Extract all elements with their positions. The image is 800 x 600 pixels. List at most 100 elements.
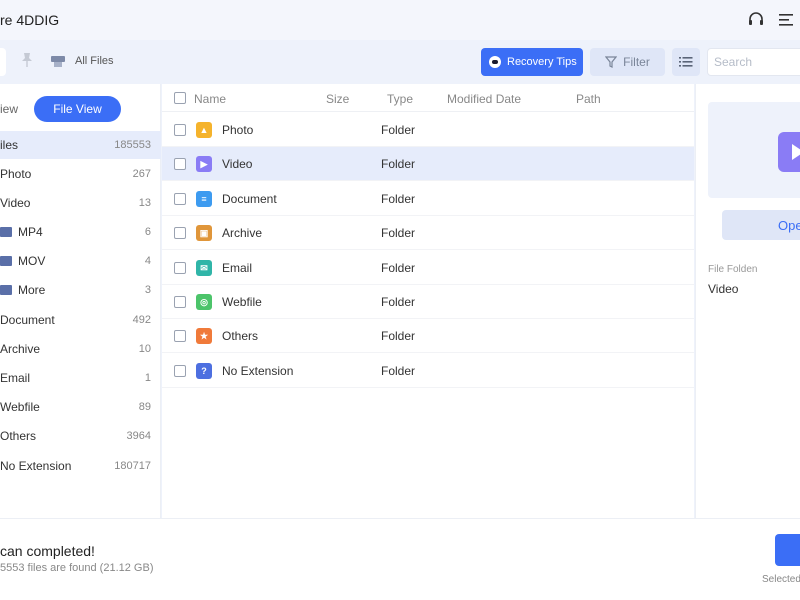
pin-icon[interactable] (20, 52, 36, 70)
table-row[interactable]: ▣ Archive Folder (162, 216, 694, 250)
sidebar-item-count: 6 (144, 226, 151, 238)
row-name: Archive (222, 226, 263, 240)
folder-icon (0, 227, 12, 237)
file-folder-value: Video (708, 282, 739, 296)
scan-status: can completed! (0, 543, 95, 559)
table-row[interactable]: ≡ Document Folder (162, 182, 694, 216)
file-folder-label: File Folden (708, 264, 758, 275)
sidebar-item-document[interactable]: Document 492 (0, 306, 161, 334)
table-row[interactable]: ▶ Video Folder (162, 147, 694, 181)
photo-icon: ▲ (196, 122, 212, 138)
sidebar-item-more[interactable]: More 3 (0, 276, 161, 304)
back-button[interactable] (0, 48, 6, 76)
sidebar: iew File View iles 185553 Photo 267 Vide… (0, 84, 161, 518)
select-all-checkbox[interactable] (174, 92, 186, 104)
sidebar-item-all-files[interactable]: iles 185553 (0, 131, 161, 159)
row-name: Photo (222, 123, 254, 137)
row-name: Others (222, 329, 259, 343)
sidebar-item-mov[interactable]: MOV 4 (0, 247, 161, 275)
row-name: Email (222, 261, 253, 275)
row-checkbox[interactable] (174, 262, 186, 274)
recover-button[interactable] (775, 534, 800, 566)
table-row[interactable]: ★ Others Folder (162, 319, 694, 353)
view-toggle: iew File View (0, 96, 161, 122)
row-checkbox[interactable] (174, 296, 186, 308)
others-icon: ★ (196, 328, 212, 344)
app-title: re 4DDIG (0, 12, 60, 28)
row-type: Folder (381, 157, 416, 171)
sidebar-item-photo[interactable]: Photo 267 (0, 160, 161, 188)
column-header-name[interactable]: Name (194, 92, 226, 106)
sidebar-item-count: 10 (138, 343, 151, 355)
sidebar-item-label: Archive (0, 342, 41, 356)
row-name: Webfile (222, 295, 262, 309)
sidebar-item-count: 3 (144, 284, 151, 296)
column-header-type[interactable]: Type (387, 92, 413, 106)
sidebar-item-label: Email (0, 371, 31, 385)
sidebar-item-count: 4 (144, 255, 151, 267)
document-icon: ≡ (196, 191, 212, 207)
tips-icon (489, 56, 501, 68)
no-extension-icon: ? (196, 363, 212, 379)
column-header-size[interactable]: Size (326, 92, 349, 106)
sidebar-item-count: 267 (132, 168, 151, 180)
sidebar-item-label: iles (0, 138, 19, 152)
sidebar-item-label: Document (0, 313, 55, 327)
list-view-button[interactable] (672, 48, 700, 76)
sidebar-item-no-extension[interactable]: No Extension 180717 (0, 452, 161, 480)
row-name: No Extension (222, 364, 294, 378)
menu-icon[interactable] (776, 10, 796, 30)
tree-view-tab[interactable]: iew (0, 102, 18, 116)
video-icon: ▶ (196, 156, 212, 172)
sidebar-item-label: No Extension (0, 459, 72, 473)
filter-button[interactable]: Filter (590, 48, 665, 76)
row-name: Video (222, 157, 253, 171)
recovery-tips-button[interactable]: Recovery Tips (481, 48, 583, 76)
row-type: Folder (381, 295, 416, 309)
sidebar-item-mp4[interactable]: MP4 6 (0, 218, 161, 246)
row-checkbox[interactable] (174, 330, 186, 342)
preview-thumbnail (708, 102, 800, 198)
preview-panel: Ope File Folden Video (695, 84, 800, 518)
row-type: Folder (381, 226, 416, 240)
column-header-path[interactable]: Path (576, 92, 601, 106)
folder-icon (0, 285, 12, 295)
headset-icon[interactable] (746, 10, 766, 30)
row-checkbox[interactable] (174, 365, 186, 377)
list-header: Name Size Type Modified Date Path (162, 84, 694, 112)
file-list: Name Size Type Modified Date Path ▲ Phot… (162, 84, 694, 518)
sidebar-item-count: 180717 (114, 460, 151, 472)
archive-icon: ▣ (196, 225, 212, 241)
sidebar-item-video[interactable]: Video 13 (0, 189, 161, 217)
sidebar-item-count: 1 (144, 372, 151, 384)
sidebar-item-count: 492 (132, 314, 151, 326)
selected-count: Selected (762, 574, 800, 585)
sidebar-item-others[interactable]: Others 3964 (0, 422, 161, 450)
table-row[interactable]: ✉ Email Folder (162, 251, 694, 285)
row-type: Folder (381, 329, 416, 343)
scan-detail: 5553 files are found (21.12 GB) (0, 562, 154, 574)
list-view-icon (679, 57, 693, 67)
row-checkbox[interactable] (174, 124, 186, 136)
row-checkbox[interactable] (174, 193, 186, 205)
drive-icon (50, 53, 66, 69)
sidebar-item-email[interactable]: Email 1 (0, 364, 161, 392)
table-row[interactable]: ▲ Photo Folder (162, 113, 694, 147)
table-row[interactable]: ◎ Webfile Folder (162, 285, 694, 319)
table-row[interactable]: ? No Extension Folder (162, 354, 694, 388)
sidebar-item-count: 89 (138, 401, 151, 413)
sidebar-item-label: MP4 (18, 225, 43, 239)
sidebar-item-webfile[interactable]: Webfile 89 (0, 393, 161, 421)
file-view-tab[interactable]: File View (34, 96, 121, 122)
sidebar-item-count: 3964 (126, 430, 151, 442)
column-header-modified[interactable]: Modified Date (447, 92, 521, 106)
sidebar-item-label: Others (0, 429, 37, 443)
search-input[interactable] (707, 48, 800, 76)
sidebar-item-archive[interactable]: Archive 10 (0, 335, 161, 363)
row-checkbox[interactable] (174, 227, 186, 239)
open-button[interactable]: Ope (722, 210, 800, 240)
breadcrumb[interactable]: All Files (75, 55, 114, 67)
row-checkbox[interactable] (174, 158, 186, 170)
sidebar-item-label: Photo (0, 167, 32, 181)
sidebar-item-label: Webfile (0, 400, 40, 414)
